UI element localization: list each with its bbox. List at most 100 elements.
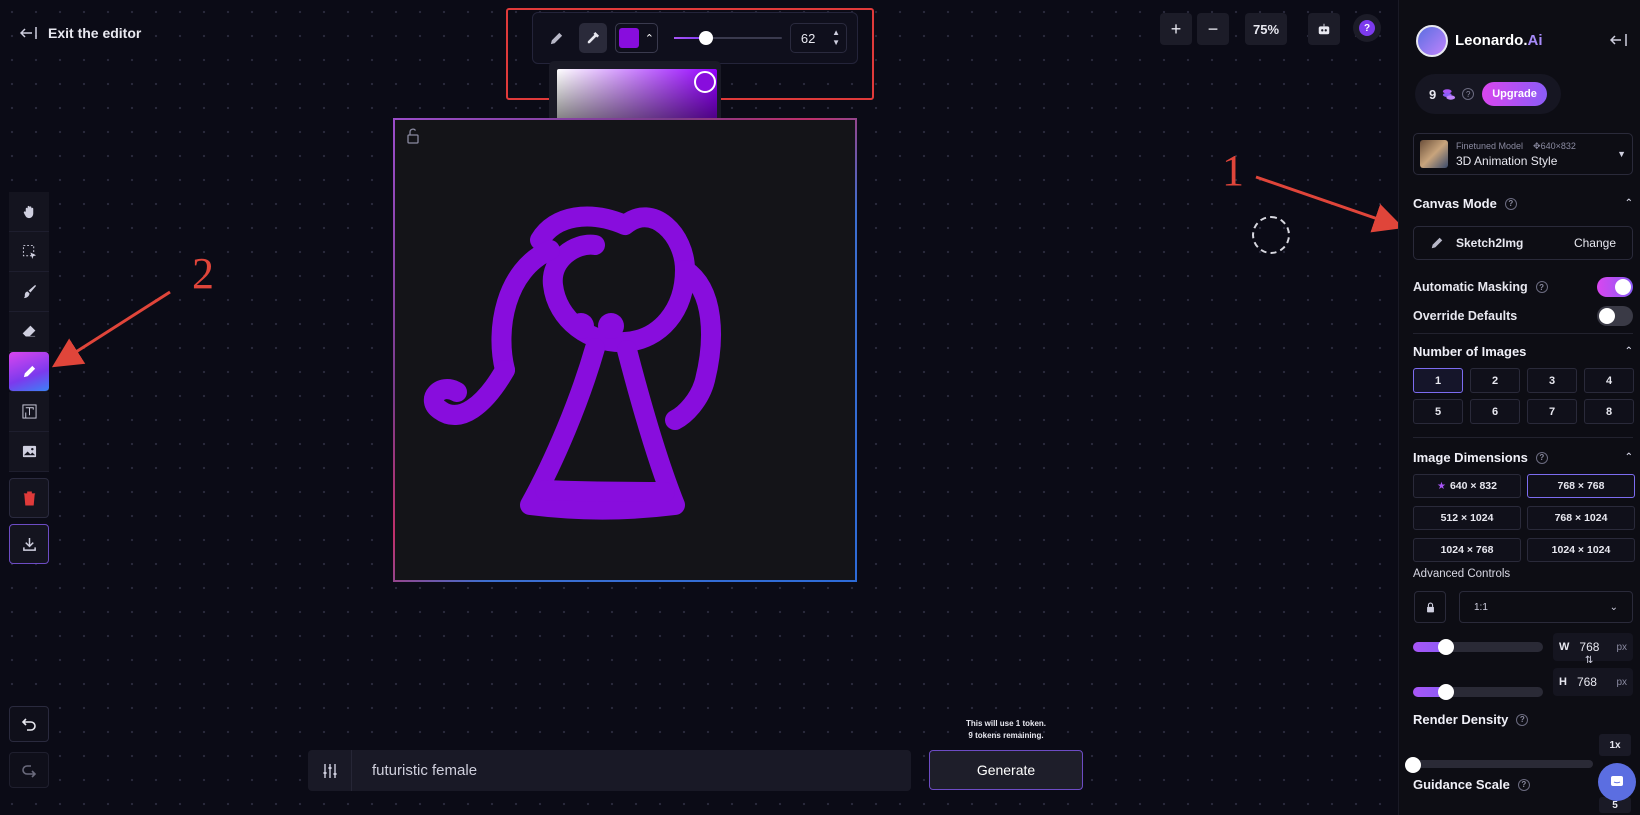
token-use-text: This will use 1 token.: [965, 719, 1047, 728]
redo-button[interactable]: [9, 752, 49, 788]
question-icon: ?: [1359, 20, 1375, 36]
aspect-ratio-select[interactable]: 1:1 ⌄: [1459, 591, 1633, 623]
auto-masking-toggle[interactable]: [1597, 277, 1633, 297]
credits-pill: 9 ? Upgrade: [1415, 74, 1561, 114]
chevron-up-icon[interactable]: ⌃: [1625, 452, 1633, 463]
override-defaults-toggle[interactable]: [1597, 306, 1633, 326]
num-images-option[interactable]: 3: [1527, 368, 1577, 393]
render-density-title: Render Density: [1413, 712, 1509, 727]
image-dimensions-title: Image Dimensions: [1413, 450, 1528, 465]
divider: [1413, 333, 1633, 334]
canvas-mode-title: Canvas Mode: [1413, 196, 1497, 211]
text-tool-button[interactable]: [9, 392, 49, 432]
num-images-option[interactable]: 1: [1413, 368, 1463, 393]
dimension-option[interactable]: 768 × 768: [1527, 474, 1635, 498]
model-meta: Finetuned Model ✥640×832: [1456, 140, 1576, 151]
auto-masking-help-icon[interactable]: ?: [1535, 281, 1548, 293]
exit-editor-link[interactable]: Exit the editor: [20, 25, 141, 41]
tokens-remaining-text: 9 tokens remaining.: [968, 731, 1044, 740]
dimensions-help-icon[interactable]: ?: [1535, 451, 1548, 464]
dimension-option[interactable]: 1024 × 1024: [1527, 538, 1635, 562]
height-unit: px: [1616, 676, 1627, 688]
annotation-label-2: 2: [192, 249, 214, 298]
prompt-settings-button[interactable]: [308, 750, 352, 791]
swap-dimensions-icon[interactable]: ⇅: [1585, 655, 1593, 666]
canvas-frame[interactable]: [393, 118, 857, 582]
exit-editor-label: Exit the editor: [48, 25, 142, 41]
select-tool-button[interactable]: [9, 232, 49, 272]
collapse-panel-icon[interactable]: [1610, 33, 1628, 47]
dimension-option[interactable]: ★ 640 × 832: [1413, 474, 1521, 498]
num-images-option[interactable]: 5: [1413, 399, 1463, 424]
download-button[interactable]: [9, 524, 49, 564]
number-of-images-grid: 1 2 3 4 5 6 7 8: [1413, 368, 1634, 424]
height-input[interactable]: H 768 px: [1553, 668, 1633, 696]
aspect-lock-button[interactable]: [1414, 591, 1446, 623]
eraser-icon: [22, 325, 35, 337]
lock-icon: [1426, 601, 1434, 612]
bot-button[interactable]: [1308, 13, 1340, 45]
chevron-down-icon: ⌄: [1609, 601, 1618, 613]
auto-masking-label: Automatic Masking: [1413, 280, 1528, 294]
width-slider-thumb[interactable]: [1437, 639, 1454, 655]
render-density-thumb[interactable]: [1405, 757, 1421, 773]
num-images-option[interactable]: 7: [1527, 399, 1577, 424]
width-slider[interactable]: [1413, 639, 1543, 655]
text-frame-icon: [21, 404, 37, 419]
saturation-handle[interactable]: [694, 71, 716, 93]
dimension-option[interactable]: 768 × 1024: [1527, 506, 1635, 530]
prompt-input[interactable]: futuristic female: [352, 762, 477, 779]
model-selector[interactable]: Finetuned Model ✥640×832 3D Animation St…: [1413, 133, 1633, 175]
auto-masking-row: Automatic Masking ?: [1413, 277, 1633, 297]
override-defaults-row: Override Defaults: [1413, 306, 1633, 326]
image-dimensions-header[interactable]: Image Dimensions ? ⌃: [1413, 450, 1633, 465]
render-density-slider[interactable]: [1405, 757, 1593, 773]
pan-tool-button[interactable]: [9, 192, 49, 232]
canvas-area[interactable]: [395, 120, 855, 580]
guidance-help-icon[interactable]: ?: [1517, 778, 1530, 791]
generate-button[interactable]: Generate: [929, 750, 1083, 790]
eraser-tool-button[interactable]: [9, 312, 49, 352]
download-icon: [22, 537, 36, 551]
brand-name: Leonardo.Ai: [1455, 32, 1543, 49]
brush-cursor: [1252, 216, 1290, 254]
undo-button[interactable]: [9, 706, 49, 742]
credits-help-icon[interactable]: ?: [1462, 88, 1475, 100]
height-slider-thumb[interactable]: [1437, 684, 1454, 700]
inpaint-brush-button[interactable]: [9, 272, 49, 312]
canvas-mode-box: Sketch2Img Change: [1413, 226, 1633, 260]
chat-support-button[interactable]: [1598, 763, 1636, 801]
credits-count: 9: [1429, 86, 1437, 102]
num-images-option[interactable]: 8: [1584, 399, 1634, 424]
render-density-help-icon[interactable]: ?: [1516, 713, 1529, 726]
upgrade-button[interactable]: Upgrade: [1482, 82, 1547, 106]
render-density-value[interactable]: 1x: [1599, 734, 1631, 756]
canvas-mode-help-icon[interactable]: ?: [1504, 197, 1517, 210]
user-avatar[interactable]: [1416, 25, 1448, 57]
canvas-mode-change-button[interactable]: Change: [1574, 236, 1616, 250]
zoom-in-button[interactable]: +: [1160, 13, 1192, 45]
dropdown-caret-icon: ▼: [1617, 149, 1626, 159]
canvas-mode-header[interactable]: Canvas Mode ? ⌃: [1413, 196, 1633, 211]
divider: [1413, 437, 1633, 438]
add-image-button[interactable]: [9, 432, 49, 472]
num-images-option[interactable]: 4: [1584, 368, 1634, 393]
number-of-images-header[interactable]: Number of Images ⌃: [1413, 344, 1633, 359]
zoom-out-button[interactable]: −: [1197, 13, 1229, 45]
dimension-option[interactable]: 512 × 1024: [1413, 506, 1521, 530]
zoom-level[interactable]: 75%: [1245, 13, 1287, 45]
chevron-up-icon[interactable]: ⌃: [1625, 346, 1633, 357]
draw-tool-button[interactable]: [9, 352, 49, 392]
render-density-header: Render Density ?: [1413, 712, 1529, 727]
num-images-option[interactable]: 2: [1470, 368, 1520, 393]
num-images-option[interactable]: 6: [1470, 399, 1520, 424]
star-icon: ★: [1437, 480, 1446, 492]
delete-button[interactable]: [9, 478, 49, 518]
guidance-scale-header: Guidance Scale ?: [1413, 777, 1530, 792]
trash-icon: [23, 490, 35, 506]
help-button[interactable]: ?: [1353, 14, 1381, 42]
dimension-option[interactable]: 1024 × 768: [1413, 538, 1521, 562]
chevron-up-icon[interactable]: ⌃: [1625, 198, 1633, 209]
height-slider[interactable]: [1413, 684, 1543, 700]
height-value: 768: [1576, 675, 1597, 689]
